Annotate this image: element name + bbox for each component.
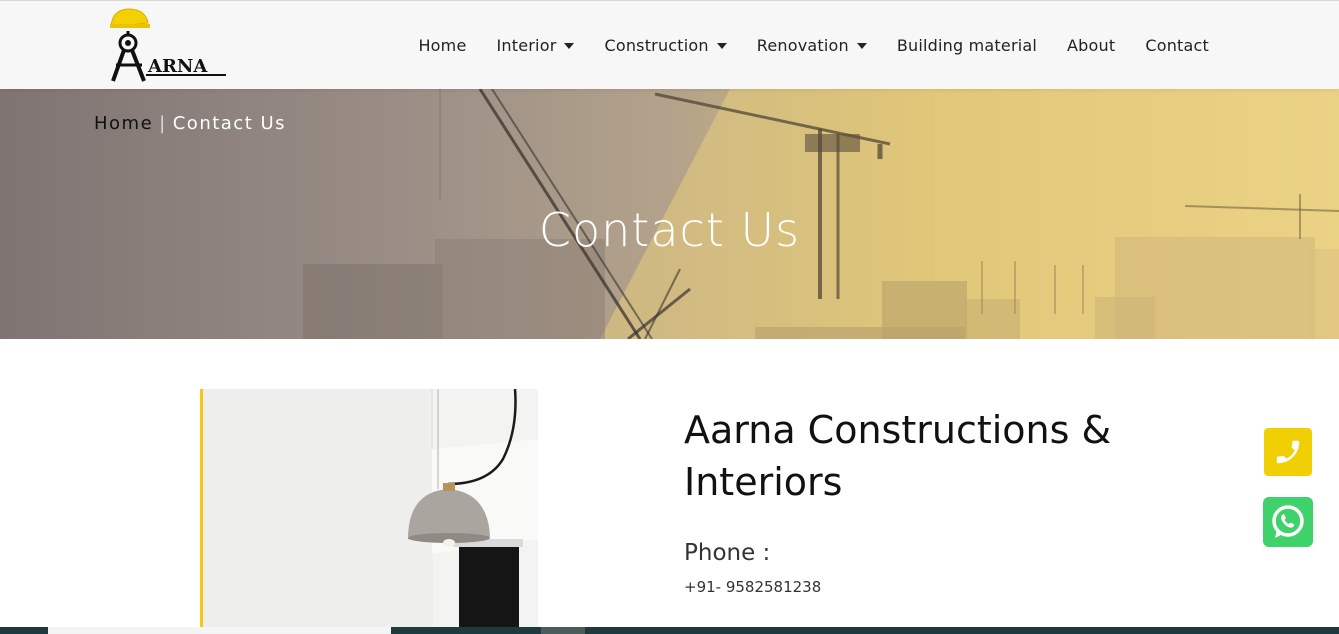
floating-call-button[interactable] <box>1264 428 1312 476</box>
breadcrumb-home-link[interactable]: Home <box>94 113 153 134</box>
nav-home-label: Home <box>418 36 467 55</box>
nav-interior-label: Interior <box>496 36 557 55</box>
nav-links: Home Interior Construction Renovation Bu… <box>403 1 1224 90</box>
logo-text: ARNA <box>147 56 208 77</box>
interior-photo <box>200 389 538 634</box>
nav-about[interactable]: About <box>1052 36 1130 55</box>
nav-contact-label: Contact <box>1145 36 1209 55</box>
nav-renovation-label: Renovation <box>756 36 849 55</box>
bottom-strip-grey <box>541 627 585 634</box>
nav-home[interactable]: Home <box>403 36 481 55</box>
hero-banner: Home | Contact Us Contact Us <box>0 89 1339 339</box>
nav-building-material[interactable]: Building material <box>882 36 1052 55</box>
breadcrumb-current: Contact Us <box>172 113 287 134</box>
company-name: Aarna Constructions & Interiors <box>684 408 1112 504</box>
page-title: Contact Us <box>538 203 801 257</box>
navbar: ARNA Home Interior Construction Renovati… <box>0 0 1339 89</box>
brand-logo[interactable]: ARNA <box>108 7 232 85</box>
nav-construction-label: Construction <box>604 36 709 55</box>
nav-renovation[interactable]: Renovation <box>742 36 882 55</box>
whatsapp-icon <box>1272 505 1304 538</box>
caret-down-icon <box>716 42 727 49</box>
nav-construction[interactable]: Construction <box>589 36 741 55</box>
nav-contact[interactable]: Contact <box>1130 36 1224 55</box>
caret-down-icon <box>856 42 867 49</box>
phone-number-link[interactable]: +91- 9582581238 <box>684 578 821 596</box>
nav-building-material-label: Building material <box>896 36 1038 55</box>
floating-whatsapp-button[interactable] <box>1263 497 1313 547</box>
pendant-lamp-image <box>203 389 538 634</box>
bottom-strip-light <box>48 627 391 634</box>
phone-label: Phone : <box>684 540 771 566</box>
caret-down-icon <box>564 42 575 49</box>
nav-interior[interactable]: Interior <box>482 36 590 55</box>
bottom-strip <box>0 627 1339 634</box>
nav-about-label: About <box>1067 36 1116 55</box>
breadcrumb-separator: | <box>159 113 167 134</box>
breadcrumb: Home | Contact Us <box>94 113 286 134</box>
logo-graphic: ARNA <box>110 8 226 82</box>
phone-icon <box>1276 440 1300 464</box>
